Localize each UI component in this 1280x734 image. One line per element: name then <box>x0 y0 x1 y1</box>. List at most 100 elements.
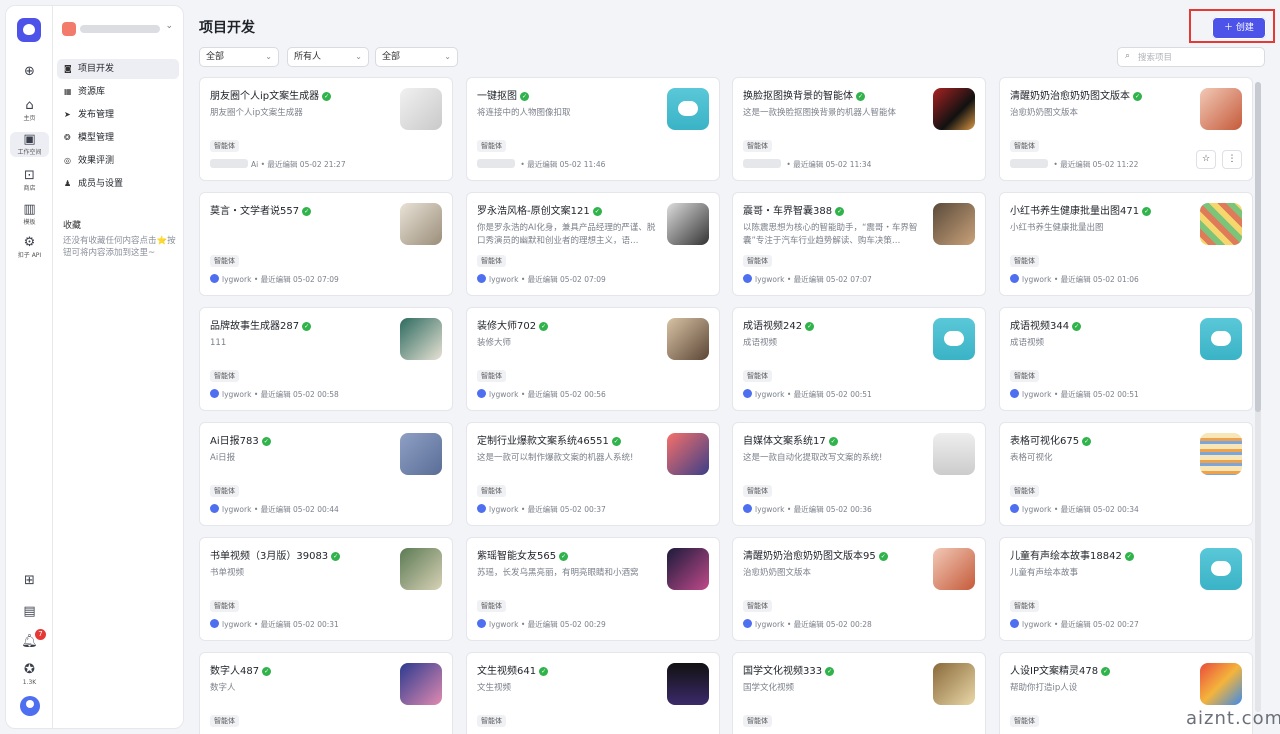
notification-button[interactable]: 🔔︎ 7 <box>6 629 53 650</box>
project-card[interactable]: 自媒体文案系统17 ✓ 这是一款自动化提取改写文案的系统! 智能体 lygwork • … <box>732 422 986 526</box>
project-card[interactable]: 国学文化视频333 ✓ 国学文化视频 智能体 <box>732 652 986 734</box>
rail-workspace[interactable]: ▣ 工作空间 <box>10 132 49 157</box>
check-icon: ✓ <box>520 92 529 101</box>
project-name: 儿童有声绘本故事18842 ✓ <box>1010 551 1134 562</box>
author-avatar <box>1010 274 1019 283</box>
project-card[interactable]: 表格可视化675 ✓ 表格可视化 智能体 lygwork • 最近编辑 05-02 00… <box>999 422 1253 526</box>
nav-models[interactable]: ❂ 模型管理 <box>57 128 179 148</box>
project-desc: 国学文化视频 <box>743 683 795 693</box>
project-card[interactable]: 小红书养生健康批量出图471 ✓ 小红书养生健康批量出图 智能体 lygwork • 最… <box>999 192 1253 296</box>
project-card[interactable]: Ai日报783 ✓ Ai日报 智能体 lygwork • 最近编辑 05-02 00:4… <box>199 422 453 526</box>
nav-library[interactable]: ▦ 资源库 <box>57 82 179 102</box>
project-card[interactable]: 换脸抠图换背景的智能体 ✓ 这是一款换脸抠图换背景的机器人智能体 智能体 • 最近编辑… <box>732 77 986 181</box>
bell-icon: 🔔︎ <box>21 634 38 649</box>
project-name: 自媒体文案系统17 ✓ <box>743 436 838 447</box>
project-card[interactable]: 儿童有声绘本故事18842 ✓ 儿童有声绘本故事 智能体 lygwork • 最近编辑 … <box>999 537 1253 641</box>
nav-project-dev[interactable]: ◙ 项目开发 <box>57 59 179 79</box>
project-thumbnail <box>667 203 709 245</box>
document-icon[interactable]: ▤ <box>6 604 53 620</box>
chevron-down-icon: ⌄ <box>265 52 272 61</box>
author-avatar <box>743 504 752 513</box>
app-logo-icon[interactable] <box>17 18 41 42</box>
check-icon: ✓ <box>835 207 845 216</box>
scrollbar[interactable] <box>1255 82 1261 712</box>
chevron-down-icon: ⌄ <box>165 21 173 31</box>
project-card[interactable]: 一键抠图 ✓ 将连接中的人物图像扣取 智能体 • 最近编辑 05-02 11:46 <box>466 77 720 181</box>
page-title: 项目开发 <box>199 20 255 36</box>
project-card[interactable]: 书单视频（3月版）39083 ✓ 书单视频 智能体 lygwork • 最近编辑 05-… <box>199 537 453 641</box>
project-tag: 智能体 <box>743 370 772 382</box>
apps-icon[interactable]: ⊞ <box>6 573 53 589</box>
project-thumbnail <box>933 203 975 245</box>
project-meta: lygwork • 最近编辑 05-02 00:36 <box>743 504 872 516</box>
project-card[interactable]: 成语视频344 ✓ 成语视频 智能体 lygwork • 最近编辑 05-02 00:5… <box>999 307 1253 411</box>
project-card[interactable]: 成语视频242 ✓ 成语视频 智能体 lygwork • 最近编辑 05-02 00:5… <box>732 307 986 411</box>
project-meta: • 最近编辑 05-02 11:34 <box>743 159 871 171</box>
project-tag: 智能体 <box>477 140 506 152</box>
check-icon: ✓ <box>331 552 341 561</box>
project-desc: 这是一款换脸抠图换背景的机器人智能体 <box>743 108 897 118</box>
status-filter[interactable]: 全部 ⌄ <box>375 47 458 67</box>
project-tag: 智能体 <box>477 485 506 497</box>
check-icon: ✓ <box>302 207 312 216</box>
project-desc: 文生视频 <box>477 683 512 693</box>
create-button[interactable]: ＋ 创建 <box>1212 17 1266 39</box>
project-card[interactable]: 朋友圈个人ip文案生成器 ✓ 朋友圈个人ip文案生成器 智能体 Ai • 最近编辑 05… <box>199 77 453 181</box>
project-grid: 朋友圈个人ip文案生成器 ✓ 朋友圈个人ip文案生成器 智能体 Ai • 最近编辑 05… <box>199 77 1253 734</box>
side-panel: ⌄ ◙ 项目开发 ▦ 资源库 ➤ 发布管理 ❂ 模型管理 ◎ 效果评测 ♟ 成员与设置 收藏… <box>52 5 184 729</box>
type-filter[interactable]: 全部 ⌄ <box>199 47 279 67</box>
project-thumbnail <box>667 548 709 590</box>
project-name: 清醒奶奶治愈奶奶图文版本 ✓ <box>1010 91 1142 102</box>
star-button[interactable]: ✪ 1.3K <box>6 662 53 687</box>
rail-store[interactable]: ⊡ 商店 <box>6 168 53 193</box>
scrollbar-thumb[interactable] <box>1255 82 1261 412</box>
project-card[interactable]: 震哥・车界智囊388 ✓ 以陈震思想为核心的智能助手，“震哥・车界智囊”专注于汽车行… <box>732 192 986 296</box>
project-card[interactable]: 清醒奶奶治愈奶奶图文版本95 ✓ 治愈奶奶图文版本 智能体 lygwork • 最近编辑… <box>732 537 986 641</box>
project-card[interactable]: 装修大师702 ✓ 装修大师 智能体 lygwork • 最近编辑 05-02 00:5… <box>466 307 720 411</box>
nav-publish[interactable]: ➤ 发布管理 <box>57 105 179 125</box>
project-card[interactable]: 品牌故事生成器287 ✓ 111 智能体 lygwork • 最近编辑 05-02 00… <box>199 307 453 411</box>
nav-members[interactable]: ♟ 成员与设置 <box>57 174 179 194</box>
create-icon[interactable]: ⊕ <box>6 64 53 80</box>
project-name: 紫瑶智能女友565 ✓ <box>477 551 569 562</box>
project-tag: 智能体 <box>743 255 772 267</box>
project-thumbnail <box>667 433 709 475</box>
author-avatar <box>210 504 219 513</box>
project-card[interactable]: 紫瑶智能女友565 ✓ 苏瑶，长发乌黑亮丽，有明亮眼睛和小酒窝 智能体 lygwork … <box>466 537 720 641</box>
project-tag: 智能体 <box>477 370 506 382</box>
project-icon: ◙ <box>64 64 72 73</box>
project-card[interactable]: 文生视频641 ✓ 文生视频智能体 <box>466 652 720 734</box>
project-meta: • 最近编辑 05-02 11:22 <box>1010 159 1138 171</box>
author-avatar <box>743 159 781 168</box>
project-card[interactable]: 数字人487 ✓ 数字人 智能体 <box>199 652 453 734</box>
favorite-button[interactable]: ☆ <box>1196 150 1216 169</box>
project-card[interactable]: 清醒奶奶治愈奶奶图文版本 ✓ 治愈奶奶图文版本 智能体 • 最近编辑 05-02 11… <box>999 77 1253 181</box>
author-avatar <box>477 504 486 513</box>
project-desc: 这是一款自动化提取改写文案的系统! <box>743 453 883 463</box>
project-card[interactable]: 定制行业爆款文案系统46551 ✓ 这是一款可以制作爆款文案的机器人系统! 智能体 ly… <box>466 422 720 526</box>
rail-template[interactable]: ▥ 模板 <box>6 202 53 227</box>
rail-api[interactable]: ⚙ 扣子 API <box>6 235 53 260</box>
workspace-switcher[interactable]: ⌄ <box>62 21 177 37</box>
author-avatar <box>1010 159 1048 168</box>
store-icon: ⊡ <box>24 168 35 183</box>
star-count: 1.3K <box>22 679 37 686</box>
nav-evaluation[interactable]: ◎ 效果评测 <box>57 151 179 171</box>
more-button[interactable]: ⋮ <box>1222 150 1242 169</box>
search-input[interactable] <box>1138 51 1258 64</box>
owner-filter[interactable]: 所有人 ⌄ <box>287 47 369 67</box>
project-card[interactable]: 莫言・文学者说557 ✓ 智能体 lygwork • 最近编辑 05-02 07:09 <box>199 192 453 296</box>
user-avatar[interactable] <box>20 696 40 716</box>
project-card[interactable]: 罗永浩风格-原创文案121 ✓ 你是罗永浩的AI化身，兼具产品经理的严谨、脱口秀演员… <box>466 192 720 296</box>
project-tag: 智能体 <box>210 715 239 727</box>
project-thumbnail <box>400 88 442 130</box>
search-icon: ⌕ <box>1125 51 1131 61</box>
project-thumbnail <box>1200 88 1242 130</box>
author-avatar <box>210 159 248 168</box>
project-meta: lygwork • 最近编辑 05-02 01:06 <box>1010 274 1139 286</box>
project-tag: 智能体 <box>477 715 506 727</box>
author-avatar <box>210 619 219 628</box>
rail-home[interactable]: ⌂ 主页 <box>6 98 53 123</box>
project-name: 国学文化视频333 ✓ <box>743 666 835 677</box>
project-name: 文生视频641 ✓ <box>477 666 549 677</box>
